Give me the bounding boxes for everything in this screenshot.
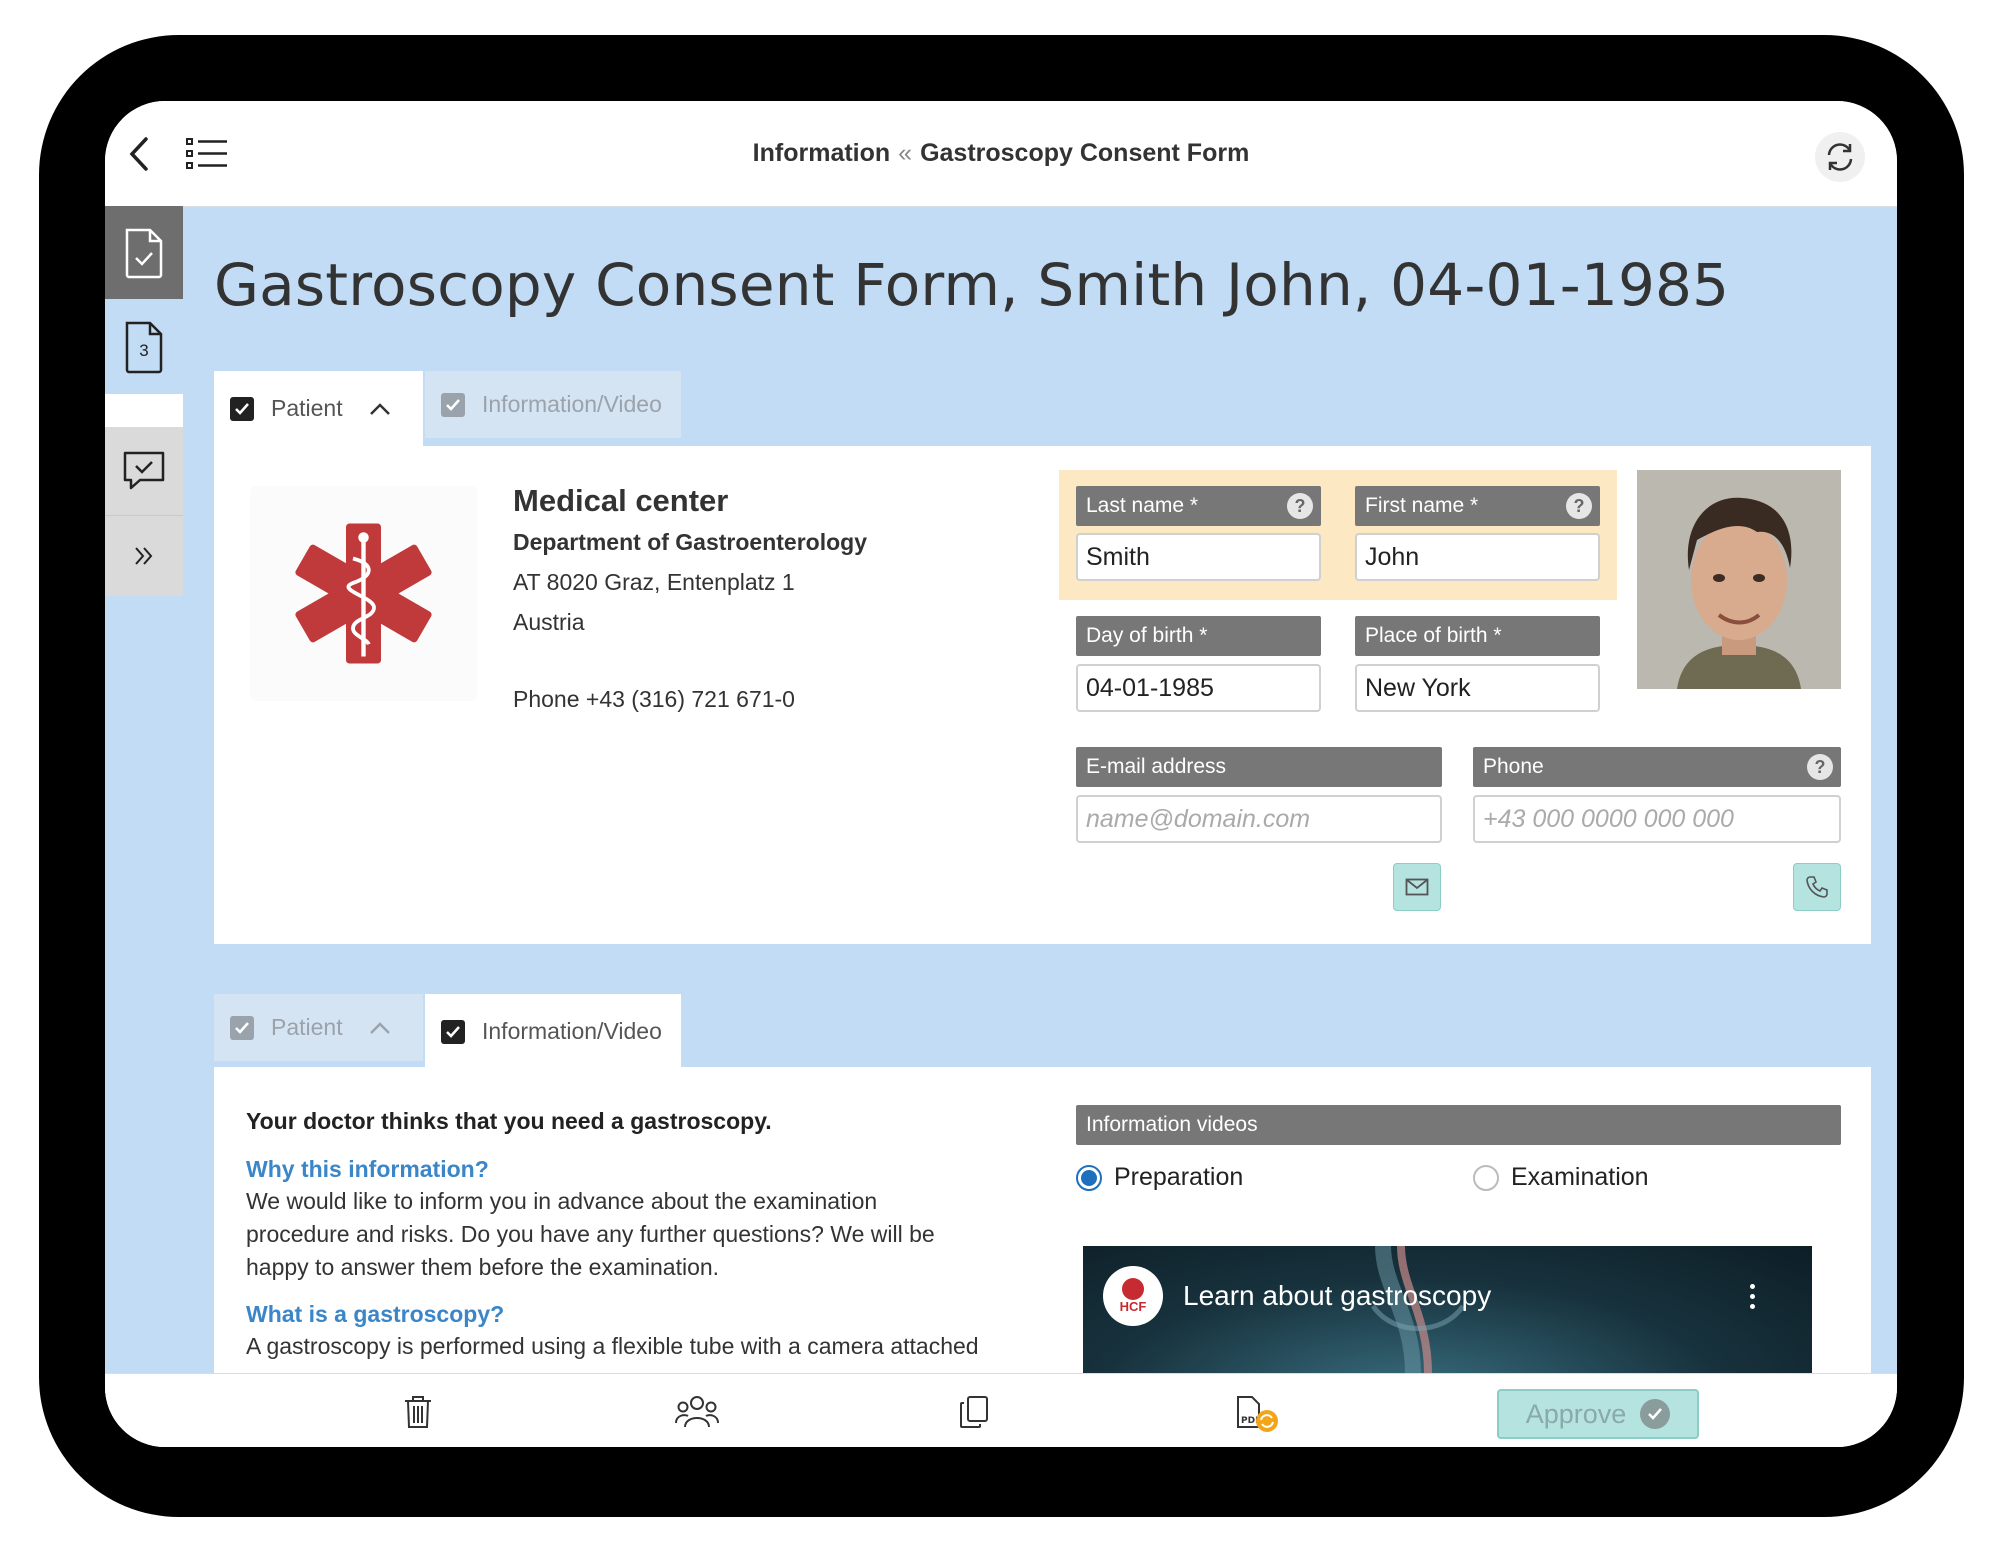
copy-icon (960, 1396, 988, 1428)
radio-unselected-icon (1473, 1164, 1499, 1191)
dob-input[interactable]: 04-01-1985 (1076, 664, 1321, 712)
info-question-why: Why this information? (246, 1156, 489, 1182)
info-answer-what: A gastroscopy is performed using a flexi… (246, 1333, 979, 1359)
checkmark-icon (446, 1025, 460, 1038)
trash-icon (405, 1396, 431, 1428)
call-phone-button[interactable] (1793, 863, 1841, 911)
video-player[interactable]: HCF Learn about gastroscopy (1083, 1246, 1812, 1373)
last-name-input[interactable]: Smith (1076, 533, 1321, 581)
rail-expand[interactable] (105, 515, 183, 596)
clinic-address: AT 8020 Graz, Entenplatz 1 (513, 569, 795, 595)
comment-check-icon (123, 451, 165, 490)
chevron-up-icon[interactable] (369, 402, 391, 416)
radio-examination-label: Examination (1511, 1163, 1649, 1191)
users-group-icon (675, 1396, 719, 1428)
heart-logo-icon (1122, 1278, 1144, 1300)
info-question-what: What is a gastroscopy? (246, 1301, 505, 1327)
tab-info-checkbox[interactable] (441, 392, 465, 417)
info-answer-why: We would like to inform you in advance a… (246, 1188, 935, 1280)
star-of-life-icon (295, 523, 432, 664)
phone-input[interactable]: +43 000 0000 000 000 (1473, 795, 1841, 843)
send-email-button[interactable] (1393, 863, 1441, 911)
device-screen: Information«Gastroscopy Consent Form 3 (105, 101, 1897, 1447)
radio-examination[interactable]: Examination (1473, 1163, 1649, 1192)
document-count-badge: 3 (139, 341, 149, 360)
envelope-icon (1405, 878, 1429, 896)
tab-info-checkbox[interactable] (441, 1019, 465, 1044)
checkmark-icon (235, 1021, 249, 1034)
checkmark-icon (446, 398, 460, 411)
tab-information-video[interactable]: Information/Video (425, 371, 681, 438)
video-more-icon[interactable] (1750, 1284, 1756, 1309)
pob-input[interactable]: New York (1355, 664, 1600, 712)
clinic-name: Medical center (513, 483, 729, 518)
copy-button[interactable] (958, 1395, 990, 1429)
double-chevron-right-icon (135, 547, 153, 565)
email-label: E-mail address (1076, 747, 1442, 787)
tab-patient-label: Patient (271, 1014, 343, 1040)
approve-label: Approve (1525, 1398, 1627, 1429)
approve-button[interactable]: Approve (1497, 1389, 1699, 1439)
refresh-button[interactable] (1815, 132, 1865, 182)
pdf-sync-button[interactable]: PDF (1235, 1395, 1279, 1433)
refresh-icon (1827, 143, 1853, 171)
clinic-department: Department of Gastroenterology (513, 529, 867, 555)
first-name-input[interactable]: John (1355, 533, 1600, 581)
delete-button[interactable] (402, 1395, 434, 1429)
information-videos-label: Information videos (1076, 1105, 1841, 1145)
last-name-label: Last name * ? (1076, 486, 1321, 526)
breadcrumb-separator: « (898, 139, 913, 167)
tab-information-video-active[interactable]: Information/Video (425, 994, 681, 1069)
help-icon[interactable]: ? (1566, 493, 1592, 519)
phone-label: Phone ? (1473, 747, 1841, 787)
users-button[interactable] (675, 1395, 719, 1429)
info-intro: Your doctor thinks that you need a gastr… (246, 1108, 772, 1134)
pob-label: Place of birth * (1355, 616, 1600, 656)
radio-preparation-label: Preparation (1114, 1163, 1244, 1191)
tab-patient[interactable]: Patient (214, 371, 423, 446)
rail-documents[interactable]: 3 (105, 299, 183, 394)
tab-patient-checkbox[interactable] (230, 1015, 254, 1040)
phone-icon (1806, 876, 1828, 898)
required-mark: * (1199, 624, 1208, 647)
chevron-up-icon[interactable] (369, 1021, 391, 1035)
channel-logo: HCF (1103, 1266, 1163, 1326)
help-icon[interactable]: ? (1287, 493, 1313, 519)
video-title: Learn about gastroscopy (1183, 1280, 1492, 1311)
radio-selected-icon (1076, 1164, 1102, 1191)
patient-photo (1637, 470, 1841, 689)
breadcrumb: Information «Gastroscopy Consent Form (105, 101, 1897, 206)
tab-info-label: Information/Video (482, 1018, 662, 1044)
tab-info-label: Information/Video (482, 391, 662, 417)
clinic-country: Austria (513, 609, 585, 635)
required-mark: * (1493, 624, 1502, 647)
help-icon[interactable]: ? (1807, 754, 1833, 780)
tab-patient-checkbox[interactable] (230, 396, 254, 421)
dob-label: Day of birth * (1076, 616, 1321, 656)
medical-center-logo (250, 486, 477, 701)
rail-checked-document[interactable] (105, 206, 183, 299)
required-mark: * (1189, 494, 1199, 517)
pdf-sync-icon: PDF (1237, 1396, 1278, 1432)
rail-spacer (105, 394, 183, 427)
page-title: Gastroscopy Consent Form, Smith John, 04… (214, 251, 1730, 319)
tab-patient-label: Patient (271, 395, 343, 421)
radio-preparation[interactable]: Preparation (1076, 1163, 1243, 1192)
clinic-phone: Phone +43 (316) 721 671-0 (513, 686, 795, 712)
tab-patient-secondary[interactable]: Patient (214, 994, 423, 1061)
check-circle-icon (1640, 1399, 1671, 1429)
checkmark-icon (235, 402, 249, 415)
email-input[interactable]: name@domain.com (1076, 795, 1442, 843)
person-portrait-icon (1637, 470, 1841, 689)
required-mark: * (1470, 494, 1479, 517)
breadcrumb-current: Gastroscopy Consent Form (920, 139, 1250, 167)
first-name-label: First name * ? (1355, 486, 1600, 526)
rail-comments[interactable] (105, 427, 183, 515)
breadcrumb-parent[interactable]: Information (753, 139, 891, 167)
document-check-icon (125, 228, 163, 278)
